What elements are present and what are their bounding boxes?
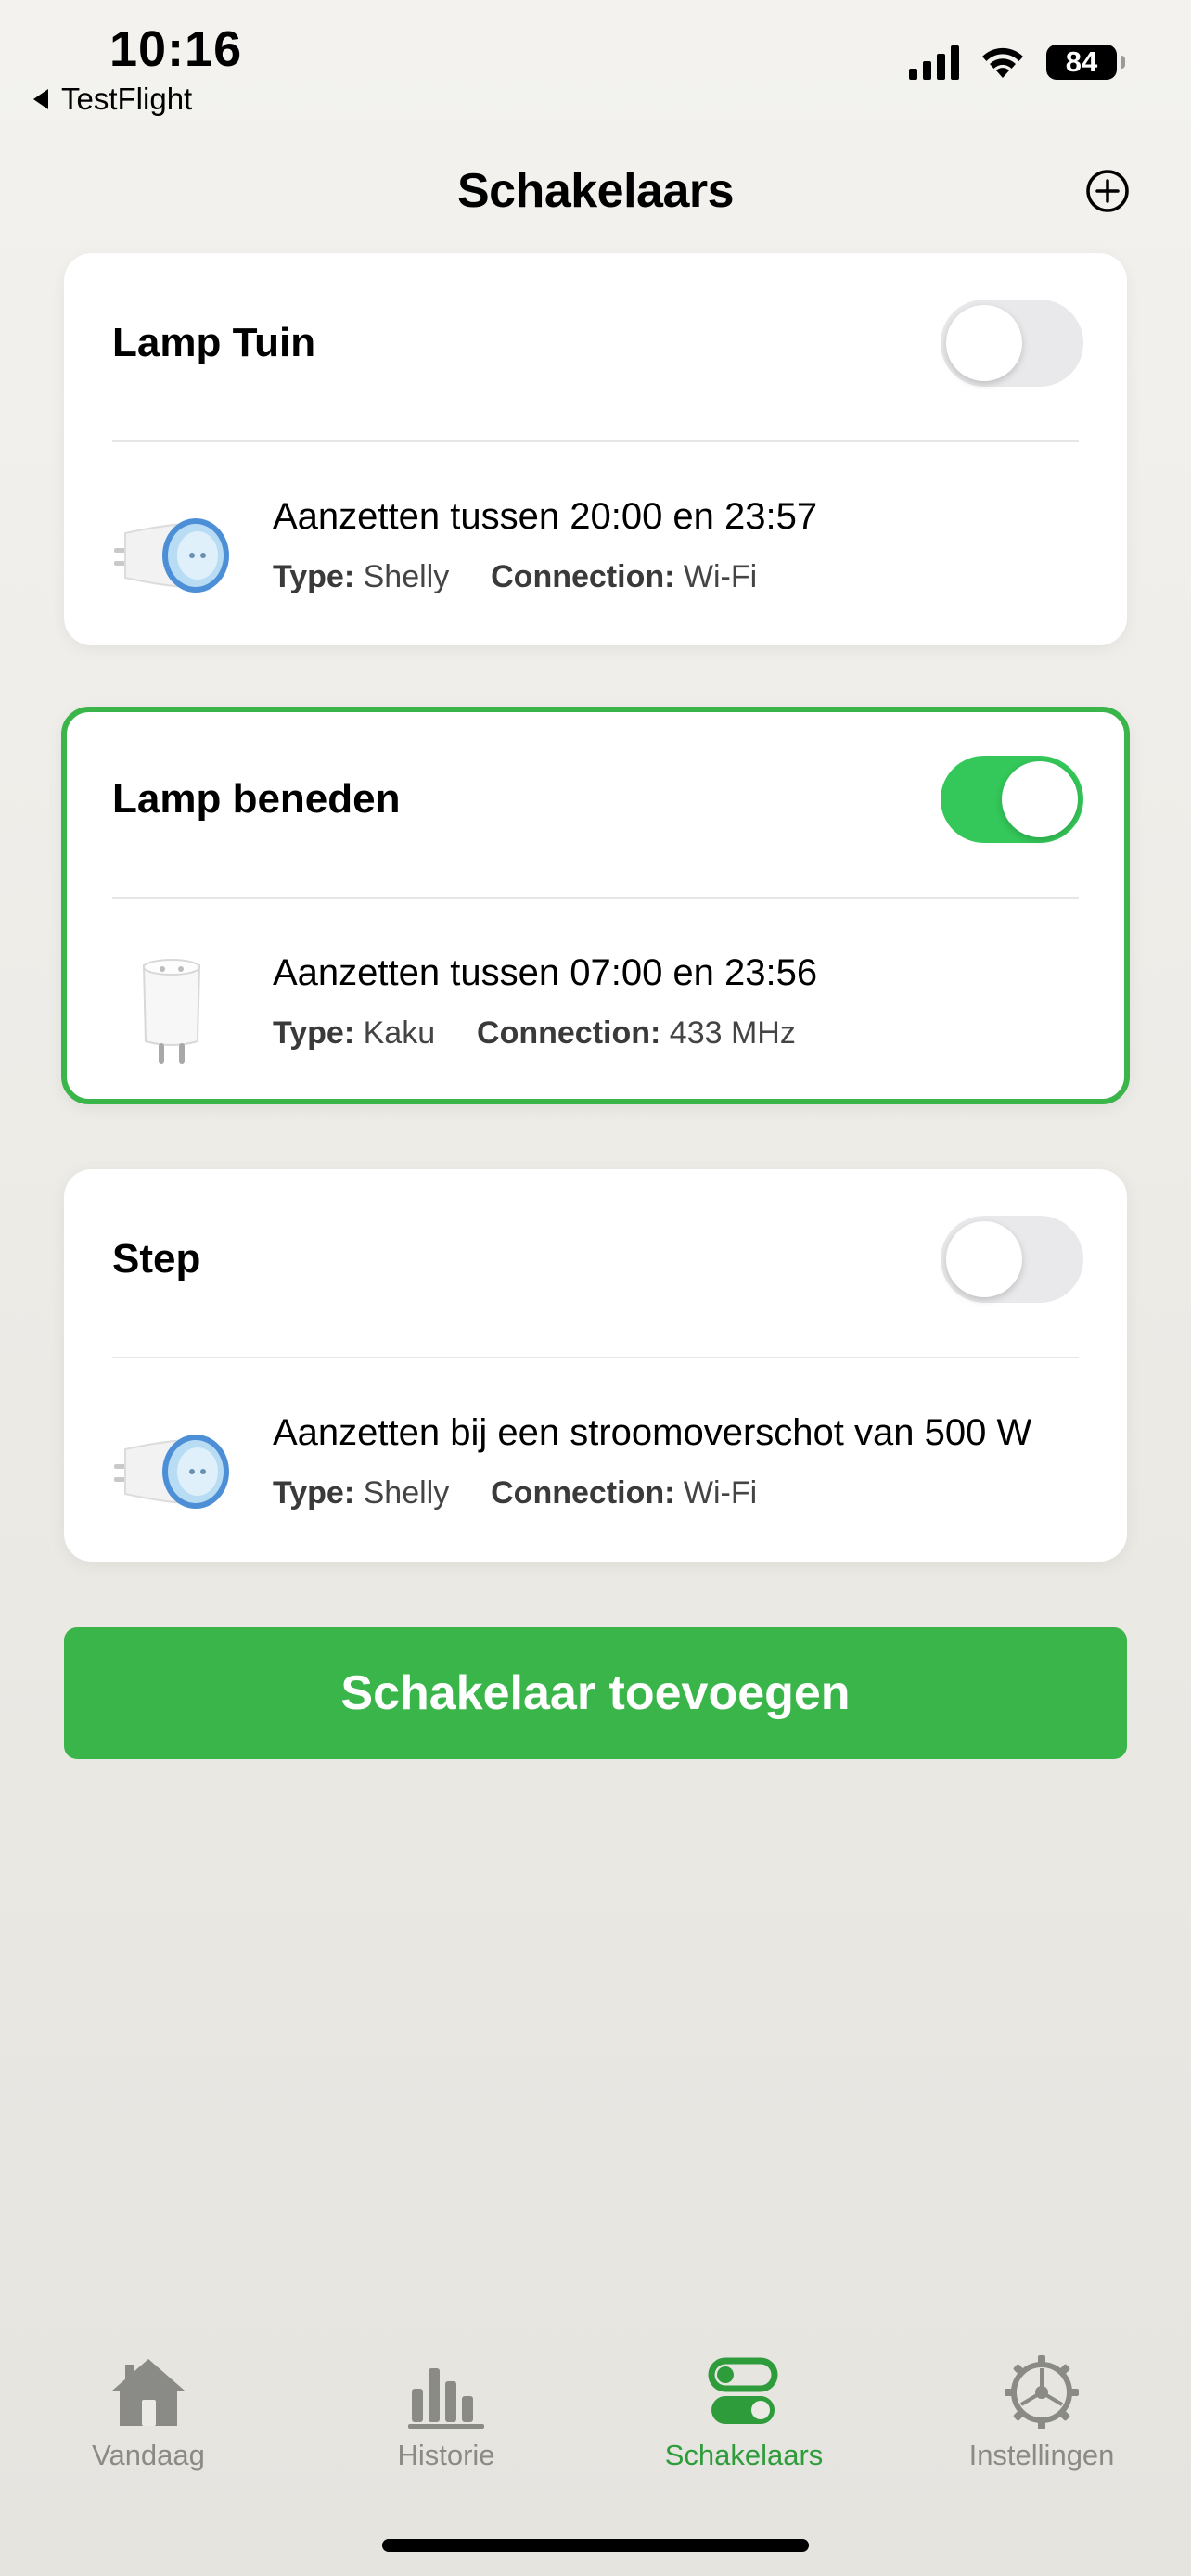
shelly-plug-icon <box>114 1435 229 1509</box>
switch-toggle[interactable] <box>941 1216 1083 1303</box>
tab-schakelaars[interactable]: Schakelaars <box>614 2355 874 2485</box>
battery-indicator: 84 <box>1046 45 1125 80</box>
home-icon <box>112 2359 185 2426</box>
switch-card[interactable]: Step Aanzetten bij een stroomoverschot v… <box>64 1169 1127 1562</box>
type-label: Type: <box>273 1015 355 1051</box>
back-app-label: TestFlight <box>61 82 193 116</box>
connection-label: Connection: <box>477 1015 661 1051</box>
toggle-knob <box>946 305 1022 381</box>
switch-schedule: Aanzetten tussen 20:00 en 23:57 <box>273 496 818 537</box>
tab-label: Schakelaars <box>664 2439 824 2471</box>
card-divider <box>112 440 1079 442</box>
switch-name: Lamp Tuin <box>112 320 316 365</box>
shelly-plug-icon <box>114 518 229 593</box>
home-indicator[interactable] <box>382 2539 809 2552</box>
switch-meta: Type: Shelly Connection: Wi-Fi <box>273 559 757 595</box>
type-value: Kaku <box>363 1015 436 1051</box>
status-time: 10:16 <box>109 21 243 77</box>
switch-toggle[interactable] <box>941 300 1083 387</box>
back-triangle-icon <box>33 89 48 109</box>
connection-value: Wi-Fi <box>683 559 758 594</box>
tab-label: Vandaag <box>92 2439 205 2471</box>
gear-icon <box>1005 2355 1079 2429</box>
switch-name: Step <box>112 1236 201 1282</box>
type-label: Type: <box>273 559 355 594</box>
toggle-knob <box>946 1221 1022 1297</box>
tab-historie[interactable]: Historie <box>316 2355 576 2485</box>
switch-card[interactable]: Lamp Tuin Aanzetten tussen 20:00 en 23:5… <box>64 253 1127 645</box>
switch-meta: Type: Shelly Connection: Wi-Fi <box>273 1475 757 1511</box>
battery-level: 84 <box>1065 45 1098 78</box>
toggles-icon <box>708 2357 778 2424</box>
toggle-knob <box>1002 761 1078 837</box>
connection-label: Connection: <box>491 1475 675 1511</box>
switch-schedule: Aanzetten bij een stroomoverschot van 50… <box>273 1412 1032 1453</box>
switch-toggle[interactable] <box>941 756 1083 843</box>
card-divider <box>112 1357 1079 1358</box>
back-to-app-button[interactable]: TestFlight <box>33 82 192 117</box>
add-switch-icon[interactable] <box>1085 169 1130 213</box>
cellular-signal-icon <box>909 45 959 80</box>
type-label: Type: <box>273 1475 355 1511</box>
connection-value: 433 MHz <box>669 1015 796 1051</box>
type-value: Shelly <box>363 1475 450 1511</box>
tab-vandaag[interactable]: Vandaag <box>19 2355 278 2485</box>
bar-chart-icon <box>408 2368 484 2429</box>
wifi-icon <box>982 47 1023 78</box>
switch-name: Lamp beneden <box>112 776 401 822</box>
tab-instellingen[interactable]: Instellingen <box>912 2355 1172 2485</box>
switch-card[interactable]: Lamp beneden Aanzetten tussen 07:00 en 2… <box>61 707 1130 1104</box>
connection-value: Wi-Fi <box>683 1475 758 1511</box>
status-icons: 84 <box>909 45 1125 80</box>
tab-label: Instellingen <box>968 2439 1115 2471</box>
card-divider <box>112 897 1079 899</box>
tab-label: Historie <box>397 2439 495 2471</box>
connection-label: Connection: <box>491 559 675 594</box>
kaku-plug-icon <box>142 959 201 1064</box>
switch-schedule: Aanzetten tussen 07:00 en 23:56 <box>273 952 818 993</box>
switch-meta: Type: Kaku Connection: 433 MHz <box>273 1015 796 1052</box>
page-title: Schakelaars <box>456 164 735 218</box>
type-value: Shelly <box>363 559 450 594</box>
add-switch-button[interactable]: Schakelaar toevoegen <box>64 1627 1127 1759</box>
